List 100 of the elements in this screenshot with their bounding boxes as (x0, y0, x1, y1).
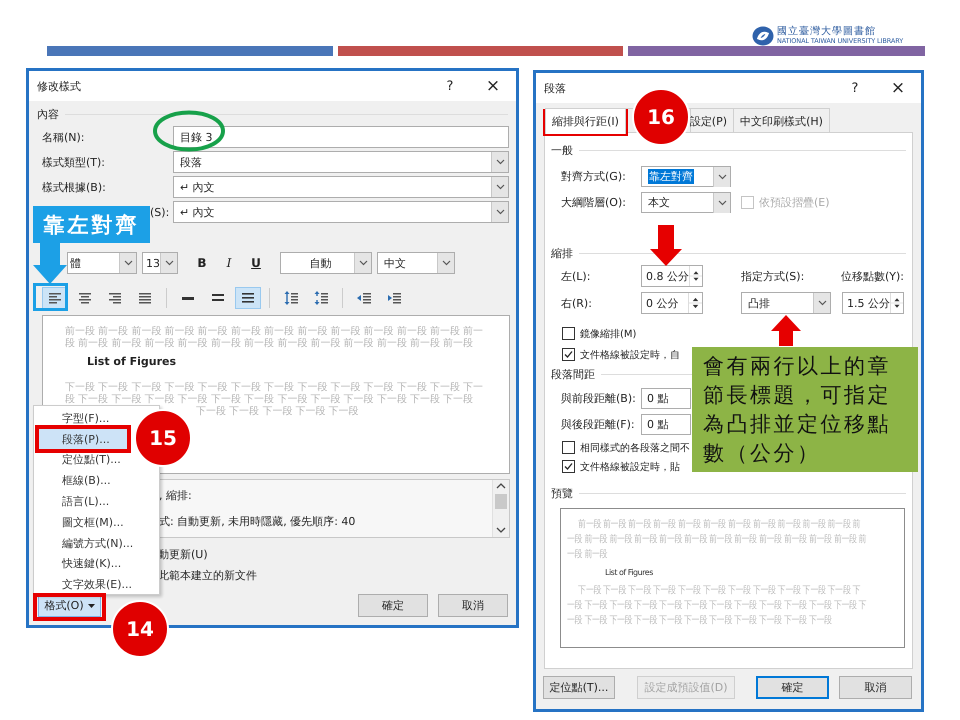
field-label: 左(L): (561, 268, 592, 284)
preview-text: 前一段 前一段 前一段 前一段 前一段 前一段 前一段 前一段 前一段 前一段 前一段 前一段 前一 (65, 326, 484, 338)
chevron-icon (358, 260, 368, 266)
preview-text: 下一段 下一段 下一段 下一段 下一段 (195, 406, 360, 418)
help-button[interactable]: ? (835, 80, 875, 96)
step-marker: 14 (111, 600, 169, 658)
spin-buttons[interactable] (689, 266, 702, 286)
section-label: 預覽 (551, 486, 573, 500)
tab[interactable]: 設定(P) (690, 108, 734, 133)
spin-buttons[interactable] (890, 293, 903, 313)
spin-buttons[interactable] (688, 293, 702, 313)
preview-sample-text: List of Figures (605, 567, 654, 579)
alignment-dropdown[interactable]: 靠左對齊 (641, 166, 731, 187)
chevron-icon (164, 260, 174, 266)
checkbox[interactable] (562, 460, 575, 473)
outdent-icon (356, 290, 372, 306)
caret-icon (88, 604, 95, 608)
close-button[interactable]: × (470, 76, 516, 96)
font-dropdown[interactable]: 體 (67, 252, 137, 274)
indent-right-field[interactable]: 0 公分 (641, 292, 703, 314)
logo-icon (752, 26, 774, 46)
section-label: 段落間距 (551, 366, 595, 382)
indent-by-field[interactable]: 1.5 公分 (842, 292, 904, 314)
preview-text: 一段 前一段 (567, 548, 608, 562)
style-dropdown[interactable]: ↵ 內文 (173, 176, 509, 198)
language-dropdown[interactable]: 中文 (377, 252, 455, 274)
paragraph-spacing-icon (313, 290, 329, 306)
menu-item[interactable]: 文字效果(E)... (39, 574, 130, 596)
preview-text: 下一段 下一段 下一段 下一段 下一段 下一段 下一段 下一段 下一段 下一段 下一段 下 (577, 584, 860, 598)
preview-text: 一段 下一段 下一段 下一段 下一段 下一段 下一段 下一段 下一段 下一段 下一段 (567, 614, 832, 628)
menu-item[interactable]: 定位點(T)... (39, 450, 130, 470)
section-label: 縮排 (551, 246, 573, 260)
callout: 會有兩行以上的章節長標題，可指定為凸排並定位移點數（公分） (692, 347, 918, 472)
library-name: 國立臺灣大學圖書館 (777, 26, 877, 37)
chevron-icon (818, 300, 826, 306)
window-title: 修改樣式 (37, 78, 82, 94)
name-field[interactable]: 目錄 3 (173, 126, 509, 148)
italic-button[interactable]: I (218, 252, 240, 274)
checkbox[interactable] (562, 327, 575, 340)
menu-item[interactable]: 圖文框(M)... (39, 512, 130, 533)
style-dropdown[interactable]: 段落 (173, 151, 509, 173)
highlight-frame (33, 283, 68, 311)
section-label: 一般 (551, 142, 573, 158)
menu-item[interactable]: 框線(B)... (39, 470, 130, 492)
field-label: 與後段距離(F): (561, 417, 636, 432)
preview-text: 下一段 下一段 下一段 下一段 下一段 下一段 下一段 下一段 下一段 下一段 下一段 下一段 下一 (65, 382, 484, 394)
checkbox[interactable] (562, 441, 575, 454)
preview-text: 一段 下一段 下一段 下一段 下一段 下一段 下一段 下一段 下一段 下一段 下一段 下一段 下 (567, 599, 866, 613)
line-spacing-icon (182, 296, 194, 300)
menu-item[interactable]: 快速鍵(K)... (39, 554, 130, 574)
spacing-before-field[interactable]: 0 點 (641, 388, 691, 409)
checkbox-label: 文件格線被設定時，自 (580, 348, 680, 362)
special-indent-dropdown[interactable]: 凸排 (741, 292, 831, 314)
checkbox-label: 相同樣式的各段落之間不 (580, 442, 690, 454)
paragraph-spacing-icon (283, 290, 299, 306)
checkbox[interactable] (562, 348, 575, 361)
underline-button[interactable]: U (245, 252, 267, 274)
tab[interactable]: 縮排與行距(I) (545, 108, 626, 134)
arrow-icon (770, 315, 802, 347)
chevron-icon (124, 260, 132, 266)
font-color-dropdown[interactable]: 自動 (280, 252, 372, 274)
checkbox-label: 依預設摺疊(E) (759, 195, 830, 210)
field-label: 右(R): (561, 296, 593, 310)
close-button[interactable]: × (875, 78, 921, 98)
chevron-icon (496, 184, 504, 190)
menu-item[interactable]: 語言(L)... (39, 491, 130, 512)
dialog-button[interactable]: 定位點(T)... (543, 676, 615, 699)
chevron-icon (496, 159, 504, 165)
dialog-button[interactable]: 確定 (756, 676, 829, 699)
checkbox-label: 鏡像縮排(M) (580, 328, 636, 340)
field-label: 大綱階層(O): (561, 195, 627, 210)
menu-item[interactable]: 字型(F)... (39, 408, 130, 429)
menu-item[interactable]: 段落(P)... (39, 428, 130, 450)
align-center-icon (77, 290, 93, 306)
preview-text: 前一段 前一段 前一段 前一段 前一段 前一段 前一段 前一段 前一段 前一段 前一段 前 (577, 518, 860, 532)
field-label: 對齊方式(G): (561, 169, 627, 184)
field-label: (S): (149, 206, 170, 218)
indent-icon (386, 290, 402, 306)
chevron-icon (718, 174, 726, 180)
checkbox-label: 文件格線被設定時，貼 (580, 460, 680, 474)
font-size-dropdown[interactable]: 13 (142, 252, 178, 274)
chevron-icon (718, 200, 726, 206)
dialog-button[interactable]: 取消 (839, 676, 912, 699)
menu-item[interactable]: 編號方式(N)... (39, 532, 130, 554)
tab[interactable]: 中文印刷樣式(H) (733, 108, 830, 133)
help-button[interactable]: ? (430, 78, 470, 94)
cancel-button[interactable]: 取消 (438, 594, 508, 617)
chevron-icon (496, 209, 504, 215)
toolbar-button[interactable] (235, 287, 261, 309)
spacing-after-field[interactable]: 0 點 (641, 414, 691, 435)
scrollbar[interactable] (492, 480, 509, 537)
align-right-icon (107, 290, 123, 306)
field-label: 指定方式(S): (741, 268, 806, 284)
style-dropdown[interactable]: ↵ 內文 (173, 201, 509, 223)
ok-button[interactable]: 確定 (358, 594, 428, 617)
indent-left-field[interactable]: 0.8 公分 (641, 265, 703, 287)
outline-level-dropdown[interactable]: 本文 (641, 192, 731, 213)
bold-button[interactable]: B (191, 252, 213, 274)
chevron-icon (442, 260, 450, 266)
field-label: 位移點數(Y): (841, 268, 906, 284)
